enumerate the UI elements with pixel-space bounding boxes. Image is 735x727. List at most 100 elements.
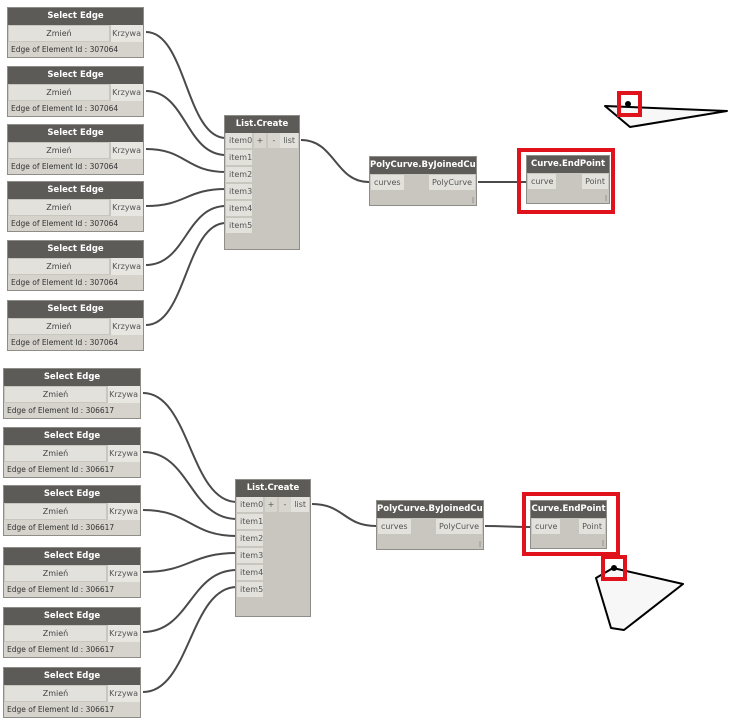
node-title: Select Edge [8, 182, 143, 199]
input-port-item4[interactable]: item4 [226, 201, 252, 216]
add-input-button[interactable]: + [265, 497, 277, 512]
input-port-item5[interactable]: item5 [226, 218, 252, 233]
output-port-curve[interactable]: Krzywa [111, 318, 143, 335]
output-port-curve[interactable]: Krzywa [111, 142, 143, 159]
wire[interactable] [311, 503, 377, 527]
selection-status: Edge of Element Id : 307064 [8, 275, 143, 290]
output-port-curve[interactable]: Krzywa [111, 199, 143, 216]
add-input-button[interactable]: + [254, 133, 266, 148]
select-edge-node[interactable]: Select Edge Zmień Krzywa Edge of Element Id… [7, 240, 144, 291]
change-selection-button[interactable]: Zmień [9, 26, 109, 41]
node-row: Zmień Krzywa [4, 625, 140, 642]
select-edge-node[interactable]: Select Edge Zmień Krzywa Edge of Element Id… [3, 427, 141, 478]
polycurve-by-joined-curves-node[interactable]: PolyCurve.ByJoinedCurvescurves PolyCurve | [369, 156, 477, 206]
node-title: Select Edge [4, 668, 140, 685]
select-edge-node[interactable]: Select Edge Zmień Krzywa Edge of Element Id… [7, 124, 144, 175]
output-port-polycurve[interactable]: PolyCurve [436, 519, 482, 534]
wire[interactable] [142, 552, 238, 573]
wire[interactable] [145, 222, 227, 326]
highlight-box-node [517, 148, 615, 214]
node-title: Select Edge [8, 8, 143, 25]
input-port-item3[interactable]: item3 [237, 548, 263, 563]
node-row: Zmień Krzywa [4, 685, 140, 702]
change-selection-button[interactable]: Zmień [5, 566, 106, 581]
output-port-curve[interactable]: Krzywa [108, 685, 140, 702]
output-port-list[interactable]: list [291, 497, 309, 512]
node-row: Zmień Krzywa [8, 318, 143, 335]
change-selection-button[interactable]: Zmień [9, 200, 109, 215]
node-title: Select Edge [4, 548, 140, 565]
wire[interactable] [142, 392, 238, 503]
output-port-curve[interactable]: Krzywa [108, 445, 140, 462]
wire[interactable] [142, 569, 238, 633]
input-port-item2[interactable]: item2 [237, 531, 263, 546]
select-edge-node[interactable]: Select Edge Zmień Krzywa Edge of Element Id… [7, 66, 144, 117]
change-selection-button[interactable]: Zmień [5, 686, 106, 701]
select-edge-node[interactable]: Select Edge Zmień Krzywa Edge of Element Id… [3, 607, 141, 658]
input-port-curves[interactable]: curves [378, 519, 411, 534]
wire[interactable] [142, 451, 238, 520]
node-row: Zmień Krzywa [4, 386, 140, 403]
remove-input-button[interactable]: - [268, 133, 280, 148]
input-port-item1[interactable]: item1 [226, 150, 252, 165]
output-port-curve[interactable]: Krzywa [111, 84, 143, 101]
change-selection-button[interactable]: Zmień [5, 504, 106, 519]
output-port-curve[interactable]: Krzywa [108, 386, 140, 403]
input-port-item3[interactable]: item3 [226, 184, 252, 199]
output-port-curve[interactable]: Krzywa [111, 25, 143, 42]
list-create-node[interactable]: List.Create item0 item1 item2 item3 item4 item… [235, 479, 311, 617]
input-port-item2[interactable]: item2 [226, 167, 252, 182]
node-title: Select Edge [8, 67, 143, 84]
input-port-item5[interactable]: item5 [237, 582, 263, 597]
input-port-item1[interactable]: item1 [237, 514, 263, 529]
lacing-indicator[interactable]: | [479, 541, 481, 548]
lacing-indicator[interactable]: | [472, 197, 474, 204]
selection-status: Edge of Element Id : 306617 [4, 520, 140, 535]
selection-status: Edge of Element Id : 306617 [4, 582, 140, 597]
output-port-curve[interactable]: Krzywa [108, 625, 140, 642]
polycurve-by-joined-curves-node[interactable]: PolyCurve.ByJoinedCurvescurves PolyCurve | [376, 500, 484, 550]
select-edge-node[interactable]: Select Edge Zmień Krzywa Edge of Element Id… [3, 547, 141, 598]
change-selection-button[interactable]: Zmień [5, 626, 106, 641]
change-selection-button[interactable]: Zmień [5, 387, 106, 402]
node-title: Select Edge [8, 241, 143, 258]
output-port-curve[interactable]: Krzywa [108, 503, 140, 520]
wire[interactable] [145, 188, 227, 207]
selection-status: Edge of Element Id : 307064 [8, 101, 143, 116]
node-title: Select Edge [4, 428, 140, 445]
selection-status: Edge of Element Id : 306617 [4, 702, 140, 717]
wire[interactable] [142, 509, 238, 537]
node-title: Select Edge [8, 301, 143, 318]
input-port-item0[interactable]: item0 [237, 497, 263, 512]
list-create-node[interactable]: List.Create item0 item1 item2 item3 item4 item… [224, 115, 300, 250]
input-port-item4[interactable]: item4 [237, 565, 263, 580]
input-port-item0[interactable]: item0 [226, 133, 252, 148]
wire[interactable] [145, 148, 227, 173]
change-selection-button[interactable]: Zmień [9, 85, 109, 100]
select-edge-node[interactable]: Select Edge Zmień Krzywa Edge of Element Id… [7, 181, 144, 232]
select-edge-node[interactable]: Select Edge Zmień Krzywa Edge of Element Id… [3, 667, 141, 718]
wire[interactable] [142, 586, 238, 693]
select-edge-node[interactable]: Select Edge Zmień Krzywa Edge of Element Id… [7, 300, 144, 351]
output-port-curve[interactable]: Krzywa [108, 565, 140, 582]
change-selection-button[interactable]: Zmień [9, 143, 109, 158]
highlight-box-point [617, 91, 642, 117]
wire[interactable] [145, 205, 227, 266]
node-row: Zmień Krzywa [8, 25, 143, 42]
change-selection-button[interactable]: Zmień [9, 319, 109, 334]
remove-input-button[interactable]: - [279, 497, 291, 512]
change-selection-button[interactable]: Zmień [9, 259, 109, 274]
wire[interactable] [145, 90, 227, 156]
node-title: Select Edge [4, 486, 140, 503]
wire[interactable] [300, 139, 370, 183]
output-port-curve[interactable]: Krzywa [111, 258, 143, 275]
node-title: PolyCurve.ByJoinedCurves [370, 157, 476, 174]
change-selection-button[interactable]: Zmień [5, 446, 106, 461]
select-edge-node[interactable]: Select Edge Zmień Krzywa Edge of Element Id… [3, 368, 141, 419]
select-edge-node[interactable]: Select Edge Zmień Krzywa Edge of Element Id… [7, 7, 144, 58]
input-port-curves[interactable]: curves [371, 175, 404, 190]
output-port-polycurve[interactable]: PolyCurve [429, 175, 475, 190]
select-edge-node[interactable]: Select Edge Zmień Krzywa Edge of Element Id… [3, 485, 141, 536]
wire[interactable] [145, 31, 227, 139]
output-port-list[interactable]: list [280, 133, 298, 148]
